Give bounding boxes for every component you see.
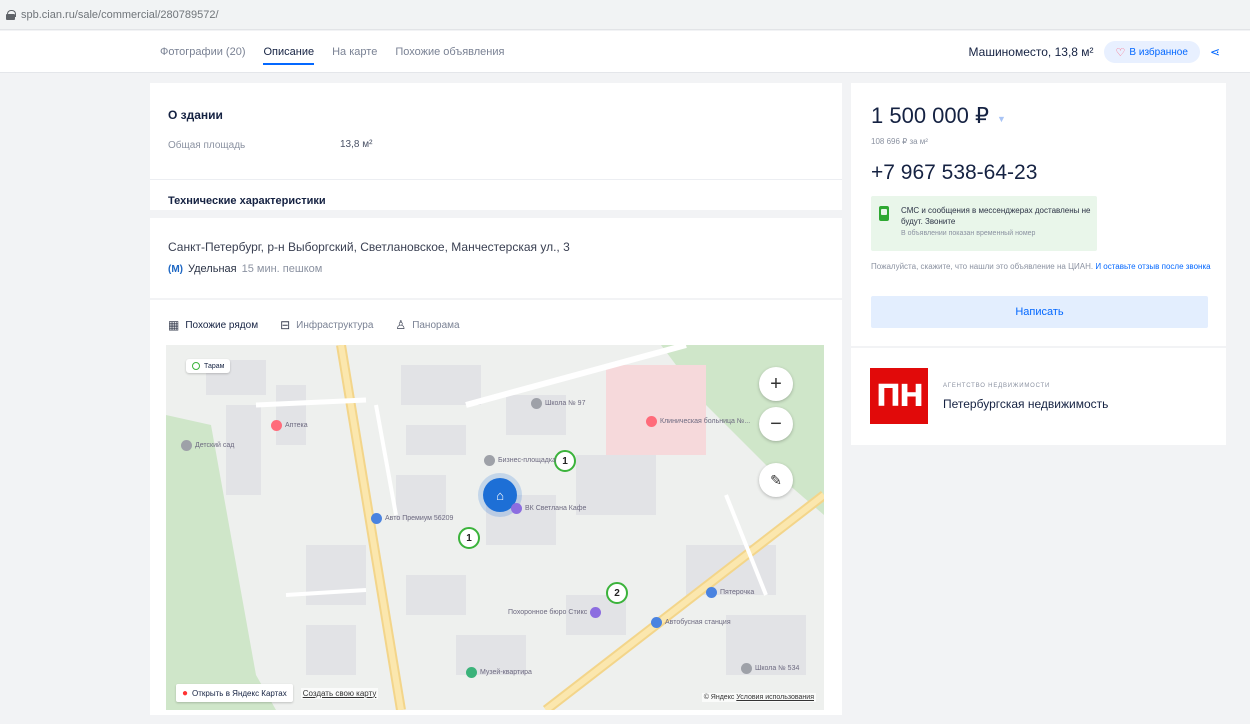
- price-per-m2: 108 696 ₽ за м²: [871, 137, 928, 146]
- map-card: ▦ Похожие рядом ⊟ Инфраструктура ♙ Панор…: [150, 300, 842, 715]
- map-filter-chip[interactable]: Тарам: [186, 359, 231, 373]
- review-link[interactable]: И оставьте отзыв после звонка: [1095, 262, 1210, 271]
- map-bottom-links: ● Открыть в Яндекс Картах Создать свою к…: [176, 684, 379, 702]
- map-tab-label: Инфраструктура: [296, 319, 374, 331]
- lock-icon: [6, 9, 16, 20]
- building-icon: ⊟: [280, 318, 291, 332]
- yandex-copyright: © Яндекс: [703, 694, 735, 701]
- poi-business[interactable]: Бизнес-площадка: [484, 455, 556, 466]
- poi-auto[interactable]: Авто Премиум 56209: [371, 513, 453, 524]
- grid-icon: ▦: [168, 318, 180, 332]
- cluster-marker[interactable]: 1: [458, 527, 480, 549]
- poi-marker-icon: [371, 513, 382, 524]
- poi-marker-icon: [466, 667, 477, 678]
- map-pin-icon: ●: [182, 687, 189, 699]
- poi-hospital[interactable]: Клиническая больница №...: [646, 416, 750, 427]
- zoom-out-button[interactable]: −: [759, 407, 793, 441]
- page-tabs: Фотографии (20) Описание На карте Похожи…: [160, 31, 504, 73]
- poi-school[interactable]: Школа № 97: [531, 398, 585, 409]
- building-card: О здании Общая площадь 13,8 м² Техническ…: [150, 83, 842, 210]
- tab-on-map[interactable]: На карте: [332, 31, 377, 73]
- tech-heading: Технические характеристики: [168, 195, 326, 207]
- create-map-link[interactable]: Создать свою карту: [300, 687, 379, 699]
- map-tab-label: Похожие рядом: [185, 319, 259, 331]
- sms-warning-text: СМС и сообщения в мессенджерах доставлен…: [901, 206, 1091, 226]
- poi-school-534[interactable]: Школа № 534: [741, 663, 799, 674]
- listing-title: Машиноместо, 13,8 м²: [968, 45, 1094, 59]
- notice-text: Пожалуйста, скажите, что нашли это объяв…: [871, 262, 1094, 271]
- building-heading: О здании: [168, 108, 223, 122]
- price-card: 1 500 000 ₽ ▼ 108 696 ₽ за м² +7 967 538…: [851, 83, 1226, 346]
- map-tabs: ▦ Похожие рядом ⊟ Инфраструктура ♙ Панор…: [168, 318, 460, 332]
- poi-marker-icon: [741, 663, 752, 674]
- favorite-label: В избранное: [1129, 46, 1188, 58]
- poi-cafe[interactable]: ВК Светлана Кафе: [511, 503, 586, 514]
- agency-name[interactable]: Петербургская недвижимость: [943, 397, 1108, 411]
- divider: [150, 179, 842, 180]
- header-actions: Машиноместо, 13,8 м² ♡ В избранное ⋖: [969, 31, 1220, 73]
- metro-station[interactable]: Удельная: [188, 263, 237, 275]
- url-text[interactable]: spb.cian.ru/sale/commercial/280789572/: [21, 9, 219, 21]
- map-tab-infrastructure[interactable]: ⊟ Инфраструктура: [280, 318, 373, 332]
- tab-description[interactable]: Описание: [263, 31, 314, 73]
- chip-label: Тарам: [204, 362, 225, 370]
- agency-logo[interactable]: ПН: [870, 368, 928, 424]
- metro-info: (М) Удельная 15 мин. пешком: [168, 263, 322, 275]
- agency-card[interactable]: ПН АГЕНТСТВО НЕДВИЖИМОСТИ Петербургская …: [851, 348, 1226, 445]
- poi-bus[interactable]: Автобусная станция: [651, 617, 731, 628]
- metro-icon: (М): [168, 263, 183, 275]
- cluster-marker[interactable]: 1: [554, 450, 576, 472]
- poi-marker-icon: [484, 455, 495, 466]
- poi-marker-icon: [590, 607, 602, 618]
- agency-type: АГЕНТСТВО НЕДВИЖИМОСТИ: [943, 383, 1051, 389]
- favorite-button[interactable]: ♡ В избранное: [1103, 41, 1200, 63]
- poi-shop[interactable]: Пятерочка: [706, 587, 754, 598]
- address-text: Санкт-Петербург, р-н Выборгский, Светлан…: [168, 240, 570, 254]
- heart-icon: ♡: [1115, 46, 1126, 59]
- address-card: Санкт-Петербург, р-н Выборгский, Светлан…: [150, 218, 842, 298]
- top-navigation: Фотографии (20) Описание На карте Похожи…: [0, 31, 1250, 73]
- map-tab-panorama[interactable]: ♙ Панорама: [395, 318, 459, 332]
- open-yandex-button[interactable]: ● Открыть в Яндекс Картах: [176, 684, 293, 702]
- browser-url-bar[interactable]: spb.cian.ru/sale/commercial/280789572/: [0, 0, 1250, 30]
- poi-funeral[interactable]: Похоронное бюро Стикс: [508, 607, 602, 618]
- phone-icon: [879, 206, 889, 221]
- poi-marker-icon: [511, 503, 522, 514]
- chevron-down-icon[interactable]: ▼: [997, 114, 1006, 124]
- poi-marker-icon: [706, 587, 717, 598]
- poi-marker-icon: [646, 416, 657, 427]
- price-value: 1 500 000 ₽: [871, 103, 989, 128]
- yandex-attribution: © Яндекс Условия использования: [701, 693, 816, 702]
- terms-link[interactable]: Условия использования: [736, 694, 814, 701]
- poi-marker-icon: [531, 398, 542, 409]
- write-button[interactable]: Написать: [871, 296, 1208, 328]
- share-icon[interactable]: ⋖: [1210, 45, 1220, 59]
- price: 1 500 000 ₽ ▼: [871, 103, 1006, 129]
- poi-kindergarten[interactable]: Детский сад: [181, 440, 234, 451]
- poi-pharmacy[interactable]: Аптека: [271, 420, 308, 431]
- person-icon: ♙: [395, 318, 407, 332]
- map-view[interactable]: Тарам + − ✎ ⌂ 1 1 2 Школа № 97 Аптека Кл…: [166, 345, 824, 710]
- cian-notice: Пожалуйста, скажите, что нашли это объяв…: [871, 261, 1211, 273]
- circle-icon: [192, 362, 200, 370]
- phone-number[interactable]: +7 967 538-64-23: [871, 161, 1037, 185]
- poi-marker-icon: [651, 617, 662, 628]
- area-value: 13,8 м²: [340, 139, 373, 150]
- cluster-marker[interactable]: 2: [606, 582, 628, 604]
- poi-marker-icon: [181, 440, 192, 451]
- map-tab-label: Панорама: [412, 319, 460, 331]
- sms-warning: СМС и сообщения в мессенджерах доставлен…: [871, 196, 1097, 251]
- ruler-button[interactable]: ✎: [759, 463, 793, 497]
- area-label: Общая площадь: [168, 140, 246, 151]
- tab-photos[interactable]: Фотографии (20): [160, 31, 245, 73]
- sms-warning-sub: В объявлении показан временный номер: [901, 230, 1036, 237]
- map-tab-similar[interactable]: ▦ Похожие рядом: [168, 318, 258, 332]
- map-canvas: [166, 345, 824, 710]
- poi-marker-icon: [271, 420, 282, 431]
- zoom-in-button[interactable]: +: [759, 367, 793, 401]
- open-yandex-label: Открыть в Яндекс Картах: [192, 688, 287, 698]
- poi-museum[interactable]: Музей-квартира: [466, 667, 532, 678]
- metro-time: 15 мин. пешком: [241, 263, 323, 275]
- tab-similar[interactable]: Похожие объявления: [395, 31, 504, 73]
